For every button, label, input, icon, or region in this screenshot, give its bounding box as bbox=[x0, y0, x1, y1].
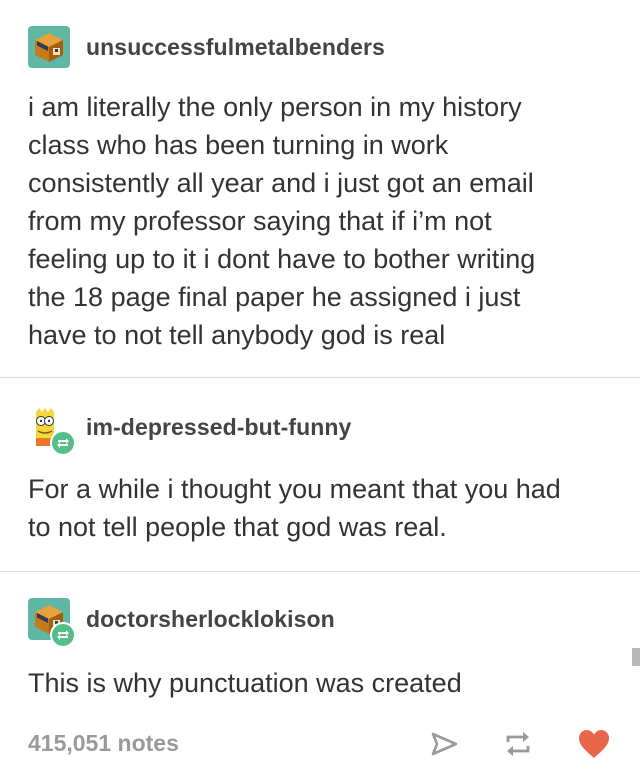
post-footer: 415,051 notes bbox=[0, 722, 640, 766]
post-text-line: the 18 page final paper he assigned i ju… bbox=[28, 282, 521, 312]
post-header: unsuccessfulmetalbenders bbox=[28, 26, 385, 68]
reblog-comment: im-depressed-but-funny For a while i tho… bbox=[0, 380, 640, 570]
post-text-line: i am literally the only person in my his… bbox=[28, 92, 522, 122]
reblog-badge-icon bbox=[50, 430, 76, 456]
notes-count[interactable]: 415,051 notes bbox=[28, 730, 179, 757]
post-body: For a while i thought you meant that you… bbox=[28, 470, 612, 546]
like-button[interactable] bbox=[576, 726, 612, 762]
post-text-line: class who has been turning in work bbox=[28, 130, 449, 160]
cube-avatar-icon[interactable] bbox=[28, 598, 76, 648]
post-divider bbox=[0, 377, 640, 378]
reblog-badge-icon bbox=[50, 622, 76, 648]
share-button[interactable] bbox=[426, 726, 462, 762]
post-text-line: For a while i thought you meant that you… bbox=[28, 474, 561, 504]
reblog-icon bbox=[506, 732, 530, 756]
post-username[interactable]: im-depressed-but-funny bbox=[86, 414, 351, 441]
original-post: unsuccessfulmetalbenders i am literally … bbox=[0, 0, 640, 376]
scrollbar-thumb[interactable] bbox=[632, 648, 640, 666]
post-header: im-depressed-but-funny bbox=[28, 406, 351, 456]
reblog-button[interactable] bbox=[500, 726, 536, 762]
post-text-line: This is why punctuation was created bbox=[28, 668, 462, 698]
paper-plane-icon bbox=[431, 732, 458, 756]
heart-icon bbox=[579, 730, 609, 758]
post-header: doctorsherlocklokison bbox=[28, 598, 335, 648]
cartoon-character-avatar-icon[interactable] bbox=[28, 406, 76, 456]
post-text-line: consistently all year and i just got an … bbox=[28, 168, 534, 198]
post-text-line: feeling up to it i dont have to bother w… bbox=[28, 244, 536, 274]
post-username[interactable]: doctorsherlocklokison bbox=[86, 606, 335, 633]
post-text-line: from my professor saying that if i’m not bbox=[28, 206, 492, 236]
post-body: This is why punctuation was created bbox=[28, 664, 612, 702]
cube-avatar-icon[interactable] bbox=[28, 26, 70, 68]
post-username[interactable]: unsuccessfulmetalbenders bbox=[86, 34, 385, 61]
post-text-line: have to not tell anybody god is real bbox=[28, 320, 446, 350]
post-text-line: to not tell people that god was real. bbox=[28, 512, 447, 542]
post-body: i am literally the only person in my his… bbox=[28, 88, 612, 354]
